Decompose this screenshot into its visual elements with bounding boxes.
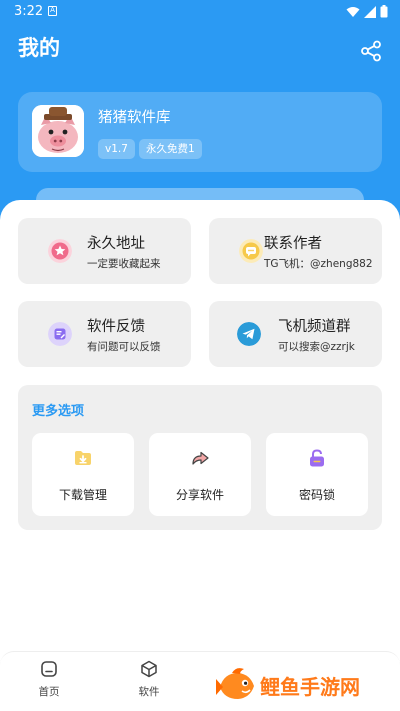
tile-permanent-address[interactable]: 永久地址 一定要收藏起来: [18, 218, 191, 284]
tile-title: 联系作者: [264, 236, 322, 252]
option-download-manager[interactable]: 下载管理: [32, 433, 134, 516]
nav-home[interactable]: 首页: [19, 660, 79, 704]
nav-label: 首页: [38, 686, 60, 698]
option-label: 分享软件: [175, 488, 224, 502]
tile-telegram-channel[interactable]: 飞机频道群 可以搜索@zzrjk: [209, 301, 382, 367]
tile-feedback[interactable]: 软件反馈 有问题可以反馈: [18, 301, 191, 367]
share-icon[interactable]: [360, 40, 382, 62]
chat-icon: [239, 239, 263, 263]
telegram-icon: [237, 322, 261, 346]
version-badge: v1.7: [98, 139, 135, 159]
tile-subtitle: TG飞机：@zheng882: [264, 258, 373, 270]
watermark-text: 鲤鱼手游网: [260, 675, 360, 699]
free-badge: 永久免费1: [139, 139, 202, 159]
page-title: 我的: [18, 36, 60, 60]
wifi-icon: [346, 6, 360, 17]
watermark: 鲤鱼手游网: [214, 665, 394, 707]
tile-title: 飞机频道群: [278, 319, 351, 335]
star-icon: [48, 239, 72, 263]
share-arrow-icon: [192, 451, 209, 465]
status-time: 3:22: [14, 4, 44, 19]
option-label: 下载管理: [58, 488, 107, 502]
option-share-software[interactable]: 分享软件: [149, 433, 251, 516]
tile-contact-author[interactable]: 联系作者 TG飞机：@zheng882: [209, 218, 382, 284]
battery-icon: [380, 5, 388, 18]
status-bar: 3:22 A: [0, 0, 400, 24]
tile-title: 永久地址: [87, 236, 145, 252]
notification-a-icon: A: [48, 6, 57, 16]
tile-subtitle: 可以搜索@zzrjk: [278, 341, 355, 353]
tile-subtitle: 一定要收藏起来: [87, 258, 161, 270]
nav-label: 软件: [138, 686, 160, 698]
feedback-icon: [48, 322, 72, 346]
carp-logo-icon: [216, 668, 254, 699]
system-icons: [346, 5, 388, 18]
option-password-lock[interactable]: 密码锁: [266, 433, 368, 516]
more-options-title: 更多选项: [32, 404, 85, 419]
app-name: 猪猪软件库: [98, 110, 171, 126]
profile-card[interactable]: 猪猪软件库 v1.7 永久免费1: [18, 92, 382, 172]
home-icon: [41, 661, 57, 677]
nav-software[interactable]: 软件: [119, 660, 179, 704]
more-options-panel: 更多选项 下载管理 分享软件 密码锁: [18, 385, 382, 530]
tile-title: 软件反馈: [87, 319, 145, 335]
pig-avatar-icon: [32, 105, 84, 157]
option-label: 密码锁: [298, 488, 335, 502]
download-folder-icon: [75, 451, 91, 465]
box-icon: [141, 660, 157, 678]
tile-subtitle: 有问题可以反馈: [87, 341, 161, 353]
lock-icon: [310, 449, 324, 467]
signal-icon: [364, 5, 376, 18]
